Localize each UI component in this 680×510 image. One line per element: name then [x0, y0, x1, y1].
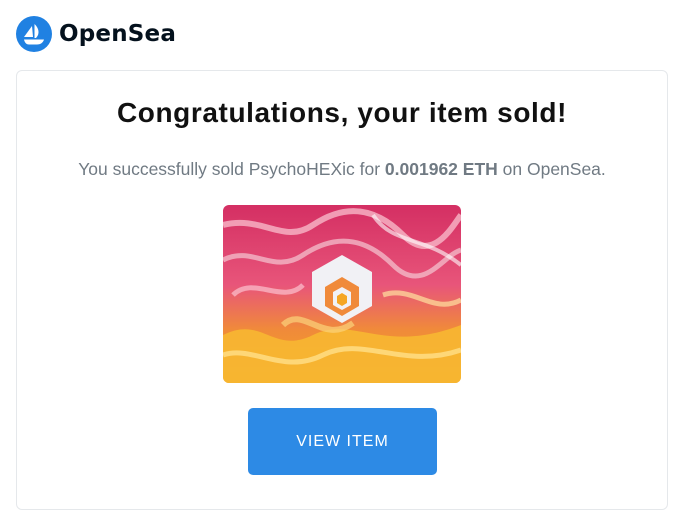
sale-title: Congratulations, your item sold!	[116, 97, 568, 128]
hex-logo-artwork-icon	[223, 205, 461, 383]
brand-name[interactable]: OpenSea	[59, 21, 176, 47]
opensea-logo-icon[interactable]	[16, 16, 52, 52]
item-image[interactable]	[223, 205, 461, 383]
sale-price: 0.001962 ETH	[384, 159, 498, 179]
header: OpenSea	[16, 14, 176, 54]
sale-message-prefix: You successfully sold PsychoHEXic for	[78, 159, 385, 179]
view-item-button[interactable]: VIEW ITEM	[248, 408, 437, 475]
sale-message: You successfully sold PsychoHEXic for 0.…	[17, 159, 667, 180]
notification-card: Congratulations, your item sold! You suc…	[16, 70, 668, 510]
sale-message-suffix: on OpenSea.	[497, 159, 606, 179]
